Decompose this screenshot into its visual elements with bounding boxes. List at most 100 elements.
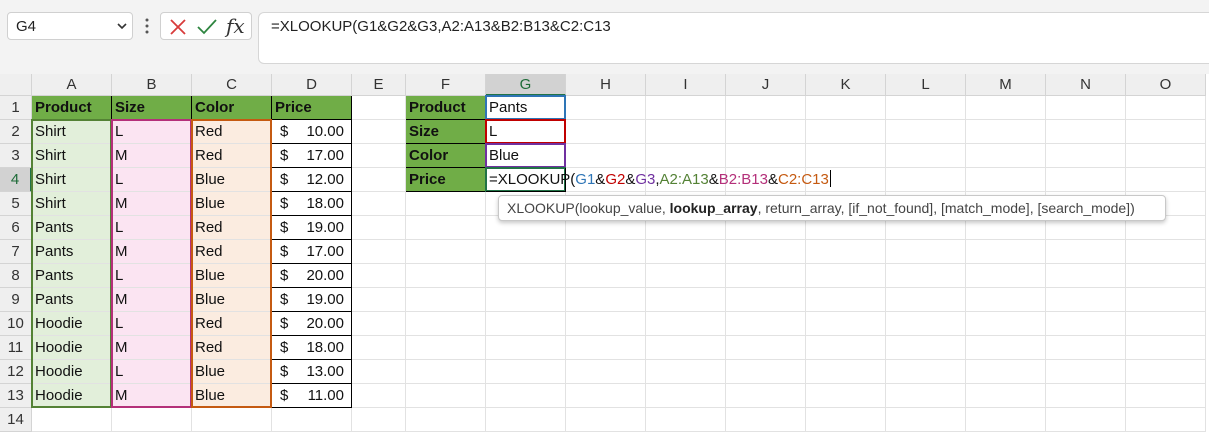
empty-cell[interactable] [406,240,486,264]
empty-cell[interactable] [486,312,566,336]
empty-cell[interactable] [1126,240,1206,264]
name-box[interactable]: G4 [7,12,133,40]
table-cell-price[interactable]: $10.00 [272,120,352,144]
empty-cell[interactable] [806,360,886,384]
empty-cell[interactable] [1046,288,1126,312]
row-header-3[interactable]: 3 [0,144,32,168]
empty-cell[interactable] [726,264,806,288]
table-header-color[interactable]: Color [192,96,272,120]
empty-cell[interactable] [806,264,886,288]
table-cell[interactable]: M [112,336,192,360]
empty-cell[interactable] [1126,360,1206,384]
empty-cell[interactable] [406,408,486,432]
empty-cell[interactable] [646,240,726,264]
table-cell[interactable]: Red [192,312,272,336]
column-header-k[interactable]: K [806,74,886,96]
empty-cell[interactable] [886,96,966,120]
table-cell-price[interactable]: $19.00 [272,288,352,312]
empty-cell[interactable] [352,312,406,336]
table-cell[interactable]: L [112,168,192,192]
empty-cell[interactable] [352,408,406,432]
empty-cell[interactable] [726,240,806,264]
table-cell[interactable]: Pants [32,288,112,312]
empty-cell[interactable] [1126,120,1206,144]
empty-cell[interactable] [806,144,886,168]
table-cell[interactable]: Pants [32,240,112,264]
empty-cell[interactable] [646,288,726,312]
empty-cell[interactable] [646,264,726,288]
empty-cell[interactable] [966,240,1046,264]
column-header-f[interactable]: F [406,74,486,96]
empty-cell[interactable] [726,144,806,168]
empty-cell[interactable] [806,312,886,336]
lookup-value-product[interactable]: Pants [486,96,566,120]
row-header-9[interactable]: 9 [0,288,32,312]
empty-cell[interactable] [1046,384,1126,408]
empty-cell[interactable] [352,120,406,144]
empty-cell[interactable] [406,192,486,216]
table-cell[interactable]: L [112,360,192,384]
column-header-e[interactable]: E [352,74,406,96]
empty-cell[interactable] [886,264,966,288]
column-header-h[interactable]: H [566,74,646,96]
table-cell[interactable]: L [112,264,192,288]
table-cell[interactable]: Shirt [32,192,112,216]
table-cell-price[interactable]: $17.00 [272,144,352,168]
empty-cell[interactable] [1126,168,1206,192]
empty-cell[interactable] [566,144,646,168]
empty-cell[interactable] [966,168,1046,192]
empty-cell[interactable] [272,408,352,432]
empty-cell[interactable] [966,96,1046,120]
empty-cell[interactable] [486,288,566,312]
empty-cell[interactable] [352,216,406,240]
empty-cell[interactable] [966,264,1046,288]
empty-cell[interactable] [886,336,966,360]
more-options-icon[interactable] [144,16,150,36]
empty-cell[interactable] [726,360,806,384]
table-cell[interactable]: Pants [32,264,112,288]
empty-cell[interactable] [886,360,966,384]
empty-cell[interactable] [1126,264,1206,288]
empty-cell[interactable] [726,336,806,360]
row-header-13[interactable]: 13 [0,384,32,408]
table-cell[interactable]: M [112,288,192,312]
row-header-10[interactable]: 10 [0,312,32,336]
empty-cell[interactable] [566,408,646,432]
empty-cell[interactable] [1046,120,1126,144]
empty-cell[interactable] [726,288,806,312]
table-header-product[interactable]: Product [32,96,112,120]
table-cell[interactable]: M [112,192,192,216]
table-cell-price[interactable]: $13.00 [272,360,352,384]
table-cell-price[interactable]: $19.00 [272,216,352,240]
row-header-1[interactable]: 1 [0,96,32,120]
table-cell[interactable]: Hoodie [32,336,112,360]
empty-cell[interactable] [352,168,406,192]
table-cell[interactable]: Blue [192,264,272,288]
column-header-c[interactable]: C [192,74,272,96]
table-cell-price[interactable]: $18.00 [272,192,352,216]
table-cell-price[interactable]: $17.00 [272,240,352,264]
table-cell[interactable]: Red [192,144,272,168]
empty-cell[interactable] [806,96,886,120]
table-cell[interactable]: Blue [192,192,272,216]
empty-cell[interactable] [886,288,966,312]
empty-cell[interactable] [1126,144,1206,168]
empty-cell[interactable] [806,288,886,312]
empty-cell[interactable] [886,312,966,336]
row-header-11[interactable]: 11 [0,336,32,360]
empty-cell[interactable] [352,360,406,384]
table-cell[interactable]: L [112,216,192,240]
select-all-corner[interactable] [0,74,32,96]
table-cell[interactable]: Blue [192,168,272,192]
lookup-label-price[interactable]: Price [406,168,486,192]
empty-cell[interactable] [966,384,1046,408]
empty-cell[interactable] [406,336,486,360]
active-cell-g4[interactable]: =XLOOKUP(G1&G2&G3,A2:A13&B2:B13&C2:C13 [486,168,831,192]
empty-cell[interactable] [1126,288,1206,312]
empty-cell[interactable] [486,360,566,384]
empty-cell[interactable] [486,384,566,408]
tooltip-active-argument[interactable]: lookup_array [670,200,758,216]
empty-cell[interactable] [806,240,886,264]
empty-cell[interactable] [966,312,1046,336]
table-cell[interactable]: Hoodie [32,312,112,336]
